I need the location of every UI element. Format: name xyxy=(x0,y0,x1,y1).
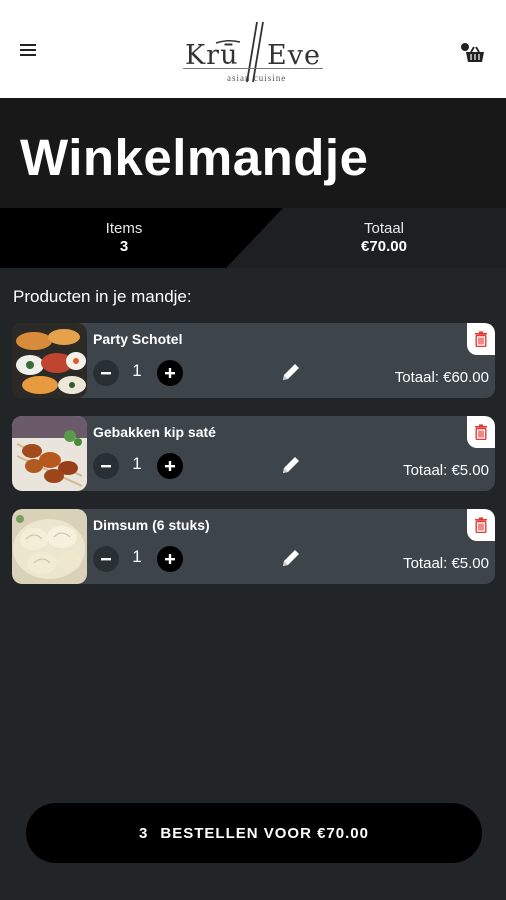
item-total: Totaal: €5.00 xyxy=(403,462,489,479)
brand-logo: Krū Eve asian cuisine xyxy=(183,20,327,83)
edit-pencil-icon[interactable] xyxy=(280,547,302,569)
order-item-count: 3 xyxy=(139,824,149,842)
summary-items-label: Items xyxy=(105,220,143,237)
hamburger-menu-icon[interactable] xyxy=(20,42,38,58)
shopping-basket-icon[interactable] xyxy=(460,42,486,64)
summary-background xyxy=(0,208,283,268)
summary-items: Items 3 xyxy=(94,220,154,255)
delete-item-button[interactable] xyxy=(467,416,495,448)
decrease-quantity-button[interactable] xyxy=(93,546,119,572)
decrease-quantity-button[interactable] xyxy=(93,453,119,479)
trash-icon xyxy=(475,517,487,533)
item-quantity: 1 xyxy=(132,454,142,473)
logo-text-right: Eve xyxy=(267,40,321,71)
item-total: Totaal: €5.00 xyxy=(403,555,489,572)
plus-icon xyxy=(165,461,175,471)
order-button-label: BESTELLEN VOOR €70.00 xyxy=(160,824,369,842)
item-quantity: 1 xyxy=(132,547,142,566)
logo-subtitle: asian cuisine xyxy=(227,73,287,83)
plus-icon xyxy=(165,368,175,378)
minus-icon xyxy=(101,372,111,375)
cart-item: Gebakken kip saté 1 Totaal: €5.00 xyxy=(12,416,495,491)
item-quantity: 1 xyxy=(132,361,142,380)
app-header: Krū Eve asian cuisine xyxy=(0,0,506,98)
item-image-chicken-skewers xyxy=(12,416,87,491)
increase-quantity-button[interactable] xyxy=(157,546,183,572)
increase-quantity-button[interactable] xyxy=(157,453,183,479)
summary-total-label: Totaal xyxy=(363,220,405,237)
item-total: Totaal: €60.00 xyxy=(394,369,489,386)
summary-total-value: €70.00 xyxy=(361,238,407,255)
item-image-dumplings xyxy=(12,509,87,584)
cart-section-label: Producten in je mandje: xyxy=(13,287,192,306)
minus-icon xyxy=(101,558,111,561)
logo-divider xyxy=(183,68,323,69)
page-title: Winkelmandje xyxy=(20,129,369,186)
delete-item-button[interactable] xyxy=(467,323,495,355)
edit-pencil-icon[interactable] xyxy=(280,454,302,476)
plus-icon xyxy=(165,554,175,564)
item-image-sushi-platter xyxy=(12,323,87,398)
trash-icon xyxy=(475,331,487,347)
delete-item-button[interactable] xyxy=(467,509,495,541)
cart-summary-bar: Items 3 Totaal €70.00 xyxy=(0,208,506,268)
cart-item: Dimsum (6 stuks) 1 Totaal: €5.00 xyxy=(12,509,495,584)
summary-items-value: 3 xyxy=(119,238,129,255)
minus-icon xyxy=(101,465,111,468)
trash-icon xyxy=(475,424,487,440)
item-name: Dimsum (6 stuks) xyxy=(93,517,210,533)
edit-pencil-icon[interactable] xyxy=(280,361,302,383)
item-name: Gebakken kip saté xyxy=(93,424,216,440)
logo-macron-icon xyxy=(215,39,241,44)
item-name: Party Schotel xyxy=(93,331,183,347)
cart-item: Party Schotel 1 Totaal: €60.00 xyxy=(12,323,495,398)
summary-total: Totaal €70.00 xyxy=(348,220,420,255)
increase-quantity-button[interactable] xyxy=(157,360,183,386)
place-order-button[interactable]: 3 BESTELLEN VOOR €70.00 xyxy=(26,803,482,863)
decrease-quantity-button[interactable] xyxy=(93,360,119,386)
